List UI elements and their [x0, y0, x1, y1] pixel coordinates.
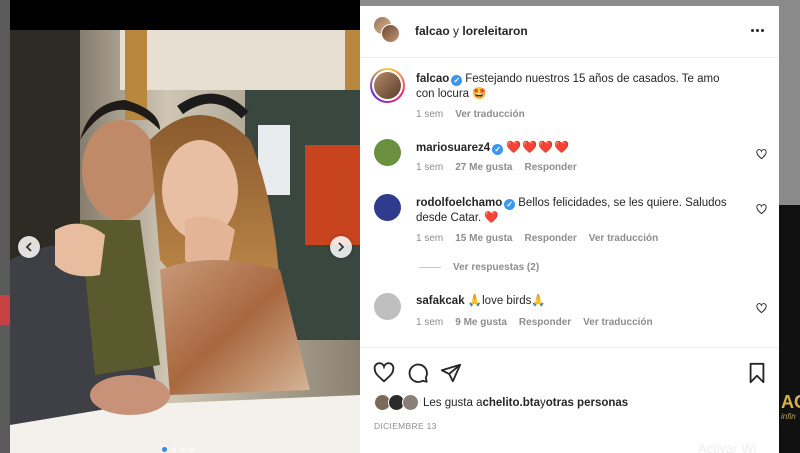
caption-time[interactable]: 1 sem	[416, 109, 443, 120]
liker-username[interactable]: chelito.bta	[482, 397, 540, 409]
comment-username[interactable]: rodolfoelchamo	[416, 197, 502, 209]
previous-photo-button[interactable]	[18, 236, 40, 258]
like-comment-button[interactable]	[756, 202, 767, 215]
caption-username[interactable]: falcao	[416, 73, 449, 85]
avatar	[381, 24, 400, 43]
heart-outline-icon	[756, 149, 767, 160]
carousel-dots	[162, 447, 194, 452]
like-button[interactable]	[373, 362, 395, 384]
backdrop-left-red-tab	[0, 295, 10, 325]
reply-button[interactable]: Responder	[524, 162, 576, 173]
carousel-dot	[180, 447, 185, 452]
carousel-dot	[171, 447, 176, 452]
avatar[interactable]	[374, 293, 401, 320]
view-replies-label: Ver respuestas (2)	[453, 262, 540, 273]
comment-username[interactable]: mariosuarez4	[416, 142, 490, 154]
post-date[interactable]: DICIEMBRE 13	[374, 421, 437, 431]
comment-text: safakcak 🙏love birds🙏	[416, 294, 736, 309]
verified-badge-icon: ✓	[492, 144, 504, 155]
avatar[interactable]	[374, 139, 401, 166]
comment-time[interactable]: 1 sem	[416, 162, 443, 173]
more-options-button[interactable]	[748, 21, 766, 39]
comment-likes[interactable]: 27 Me gusta	[455, 162, 512, 173]
post-photo[interactable]	[10, 30, 360, 453]
reply-button[interactable]: Responder	[519, 317, 571, 328]
coauthor-link[interactable]: loreleitaron	[462, 24, 527, 38]
caption-meta: 1 sem Ver traducción	[416, 109, 525, 120]
likes-prefix: Les gusta a	[423, 397, 483, 409]
comment-button[interactable]	[407, 362, 429, 384]
comment-text: mariosuarez4 ✓ ❤️❤️❤️❤️	[416, 140, 736, 156]
likes-summary: Les gusta a chelito.bta y otras personas	[374, 394, 628, 412]
authors-connector: y	[449, 24, 463, 38]
comment-body: ❤️❤️❤️❤️	[506, 140, 570, 154]
heart-outline-icon	[373, 362, 395, 383]
next-photo-button[interactable]	[330, 236, 352, 258]
carousel-dot	[162, 447, 167, 452]
caption-text: falcao ✓ Festejando nuestros 15 años de ca…	[416, 72, 736, 102]
comment-likes[interactable]: 9 Me gusta	[455, 317, 507, 328]
comment-likes[interactable]: 15 Me gusta	[455, 233, 512, 244]
comment-time[interactable]: 1 sem	[416, 317, 443, 328]
background-logo-subtext: infin	[781, 412, 796, 421]
verified-badge-icon: ✓	[451, 75, 463, 86]
verified-badge-icon: ✓	[504, 199, 516, 210]
see-translation-link[interactable]: Ver traducción	[455, 109, 524, 120]
avatar[interactable]	[374, 194, 401, 221]
others-link[interactable]: otras personas	[546, 397, 628, 409]
couple-photo-illustration	[10, 30, 360, 453]
paper-plane-icon	[440, 363, 462, 383]
avatar	[374, 72, 401, 99]
liker-avatars	[374, 394, 420, 412]
post-side-panel: falcao y loreleitaron falcao ✓ Festejando …	[360, 6, 779, 453]
backdrop-left	[0, 0, 10, 453]
heart-outline-icon	[756, 303, 767, 314]
see-translation-link[interactable]: Ver traducción	[589, 233, 658, 244]
more-horizontal-icon	[750, 28, 754, 32]
save-button[interactable]	[746, 362, 768, 384]
more-dot	[755, 28, 759, 32]
post-actions-bar	[360, 347, 779, 393]
more-dot	[760, 28, 764, 32]
avatar	[402, 394, 419, 411]
author-link[interactable]: falcao	[415, 24, 450, 38]
share-button[interactable]	[440, 362, 462, 384]
carousel-dot	[189, 447, 194, 452]
comment-username[interactable]: safakcak	[416, 295, 465, 307]
like-comment-button[interactable]	[756, 147, 767, 160]
comment-meta: 1 sem 15 Me gusta Responder Ver traducci…	[416, 233, 658, 244]
comment-time[interactable]: 1 sem	[416, 233, 443, 244]
like-comment-button[interactable]	[756, 301, 767, 314]
post-header: falcao y loreleitaron	[360, 6, 779, 58]
reply-button[interactable]: Responder	[524, 233, 576, 244]
comment-text: rodolfoelchamo ✓ Bellos felicidades, se le…	[416, 196, 736, 226]
post-authors: falcao y loreleitaron	[415, 24, 528, 38]
chevron-right-icon	[338, 242, 345, 252]
story-ring-avatar[interactable]	[370, 68, 405, 103]
backdrop-top	[10, 0, 360, 30]
see-translation-link[interactable]: Ver traducción	[583, 317, 652, 328]
comment-meta: 1 sem 9 Me gusta Responder Ver traducció…	[416, 317, 653, 328]
view-replies-button[interactable]: Ver respuestas (2)	[419, 262, 539, 273]
collab-avatars[interactable]	[373, 16, 401, 44]
background-logo-text: AC	[781, 392, 800, 412]
comment-bubble-icon	[408, 363, 428, 383]
caption-body: Festejando nuestros 15 años de casados. …	[416, 73, 720, 100]
windows-activation-watermark: Activar Wi	[698, 441, 757, 453]
chevron-left-icon	[25, 242, 32, 252]
heart-outline-icon	[756, 204, 767, 215]
replies-divider	[419, 267, 441, 268]
bookmark-icon	[749, 362, 765, 384]
comment-body: 🙏love birds🙏	[467, 295, 546, 307]
comment-meta: 1 sem 27 Me gusta Responder	[416, 162, 577, 173]
